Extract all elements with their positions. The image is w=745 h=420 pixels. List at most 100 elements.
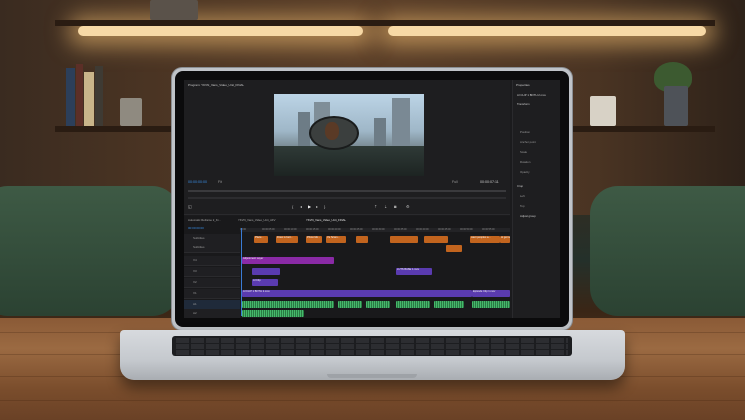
mark-out-icon[interactable]: } — [324, 204, 325, 209]
audio-clip[interactable] — [366, 301, 390, 308]
timeline-timecode[interactable]: 00:00:00:00 — [188, 226, 204, 230]
settings-icon[interactable]: ⚙ — [406, 204, 410, 209]
audio-clip[interactable] — [396, 301, 430, 308]
audio-clip[interactable] — [434, 301, 464, 308]
step-back-icon[interactable]: ◂ — [300, 204, 302, 209]
add-marker-icon[interactable]: ◱ — [188, 204, 192, 209]
caption-clip[interactable]: Photo Mo... — [306, 236, 322, 243]
track-header-v3[interactable]: V3 — [184, 267, 240, 277]
caption-clip[interactable]: to get sti... — [500, 236, 510, 243]
caption-clip[interactable]: Place... — [254, 236, 268, 243]
track-header-v1[interactable]: V1 — [184, 289, 240, 299]
lift-icon[interactable]: ⇡ — [374, 204, 377, 209]
ruler-tick: 00:00:25:00 — [350, 228, 363, 231]
ruler-tick: 00:00:35:00 — [394, 228, 407, 231]
trackpad-notch — [327, 374, 417, 378]
vase — [120, 98, 142, 126]
caption-clip[interactable]: Drew is bett... — [276, 236, 298, 243]
adjustment-layer-clip[interactable]: Adjustment Layer — [242, 257, 334, 264]
quality-dropdown[interactable]: Full — [452, 180, 458, 184]
caption-clip[interactable] — [446, 245, 462, 252]
shelf-light-left — [78, 26, 363, 36]
step-forward-icon[interactable]: ▸ — [316, 204, 318, 209]
v3-clip-2[interactable]: LUTS BASE 1.mov — [396, 268, 432, 275]
track-label: Subtitles — [193, 236, 205, 240]
laptop-lid: Program: YKVN_Vans_Video_Unit_FINAL 00:0… — [172, 68, 572, 330]
sofa-right — [590, 186, 745, 316]
sofa-left — [0, 186, 180, 316]
transform-section[interactable]: Transform — [517, 102, 530, 106]
mark-in-icon[interactable]: { — [292, 204, 293, 209]
track-label: A2 — [193, 311, 197, 315]
extract-icon[interactable]: ⇣ — [384, 204, 387, 209]
timeline-tab-3[interactable]: YKVN_Vans_Video_Unit_FINAL — [306, 218, 346, 222]
screen-bezel: Program: YKVN_Vans_Video_Unit_FINAL 00:0… — [175, 71, 569, 327]
caption-clip[interactable] — [424, 236, 448, 243]
track-label: V1 — [193, 291, 197, 295]
frame-top — [150, 0, 198, 20]
prop-opacity[interactable]: Opacity — [520, 170, 529, 174]
play-icon[interactable]: ▶ — [308, 204, 311, 209]
v3-clip[interactable] — [252, 268, 280, 275]
ruler-tick: 00:00:45:00 — [438, 228, 451, 231]
caption-clip[interactable] — [390, 236, 418, 243]
playhead[interactable] — [241, 228, 242, 316]
ruler-tick: 00:00:55:00 — [482, 228, 495, 231]
timeline-ruler[interactable]: 00:00 00:00:05:00 00:00:10:00 00:00:15:0… — [240, 228, 510, 232]
side-mirror — [309, 116, 359, 150]
selected-clip-name: AI CLIP 1 BOTH 2.mov — [517, 93, 546, 97]
track-label: Subtitles — [193, 245, 205, 249]
track-header-v2[interactable]: V2 — [184, 278, 240, 288]
prop-scale[interactable]: Scale — [520, 150, 527, 154]
premiere-window: Program: YKVN_Vans_Video_Unit_FINAL 00:0… — [184, 80, 560, 318]
plant-pot — [664, 86, 688, 126]
track-label: V4 — [193, 258, 197, 262]
video-preview[interactable] — [274, 94, 424, 176]
zoom-scrollbar[interactable] — [188, 197, 506, 199]
audio-clip[interactable] — [242, 301, 334, 308]
program-timecode-current[interactable]: 00:00:00:00 — [188, 180, 207, 184]
track-header-v4[interactable]: V4 — [184, 256, 240, 266]
program-monitor-title: Program: YKVN_Vans_Video_Unit_FINAL — [188, 83, 245, 87]
track-header-a2[interactable]: A2 — [184, 309, 240, 318]
program-monitor: Program: YKVN_Vans_Video_Unit_FINAL 00:0… — [184, 80, 510, 215]
prop-rotation[interactable]: Rotation — [520, 160, 530, 164]
track-label: V3 — [193, 269, 197, 273]
ruler-tick: 00:00:20:00 — [328, 228, 341, 231]
caption-clip[interactable]: want peoples a... — [470, 236, 500, 243]
prop-position[interactable]: Position — [520, 130, 530, 134]
timeline-tab-1[interactable]: Automatic Reframe 2_Ki... — [188, 218, 221, 222]
audio-clip[interactable] — [242, 310, 304, 317]
ruler-tick: 00:00:10:00 — [284, 228, 297, 231]
ruler-tick: 00:00:05:00 — [262, 228, 275, 231]
prop-anchor-point[interactable]: Anchor point — [520, 140, 536, 144]
laptop-base — [120, 330, 625, 380]
shelf-light-right — [388, 26, 706, 36]
audio-clip[interactable] — [472, 301, 510, 308]
caption-clip[interactable]: It's Scam... — [326, 236, 346, 243]
jar — [590, 96, 616, 126]
track-header-subtitles-2[interactable]: Subtitles — [184, 243, 240, 253]
timeline-panel: Automatic Reframe 2_Ki... YKVN_Vans_Vide… — [184, 216, 510, 318]
timeline-tab-2[interactable]: YKVN_Vans_Video_Unit_AFV — [238, 218, 276, 222]
crop-section[interactable]: Crop — [517, 184, 523, 188]
adjust-group-button[interactable]: Adjust group — [520, 214, 536, 218]
keyboard — [172, 336, 572, 356]
caption-clip[interactable] — [356, 236, 368, 243]
ruler-tick: 00:00:50:00 — [460, 228, 473, 231]
ruler-tick: 00:00:15:00 — [306, 228, 319, 231]
properties-panel: Properties AI CLIP 1 BOTH 2.mov Transfor… — [512, 80, 560, 318]
program-scrubber[interactable] — [188, 190, 506, 192]
prop-crop-left[interactable]: Left — [520, 194, 525, 198]
track-label: V2 — [193, 280, 197, 284]
v1-clip-2[interactable]: Episode Clip 1.mov — [472, 290, 510, 297]
v1-clip[interactable]: AI CLIP 1 BOTH 2.mov — [242, 290, 472, 297]
properties-title: Properties — [516, 83, 530, 87]
program-timecode-duration: 00:00:07:11 — [480, 180, 499, 184]
audio-clip[interactable] — [338, 301, 362, 308]
v2-clip[interactable]: AI Clip — [252, 279, 278, 286]
ruler-tick: 00:00:30:00 — [372, 228, 385, 231]
prop-crop-top[interactable]: Top — [520, 204, 525, 208]
fit-dropdown[interactable]: Fit — [218, 180, 222, 184]
export-frame-icon[interactable]: ◙ — [394, 204, 396, 209]
